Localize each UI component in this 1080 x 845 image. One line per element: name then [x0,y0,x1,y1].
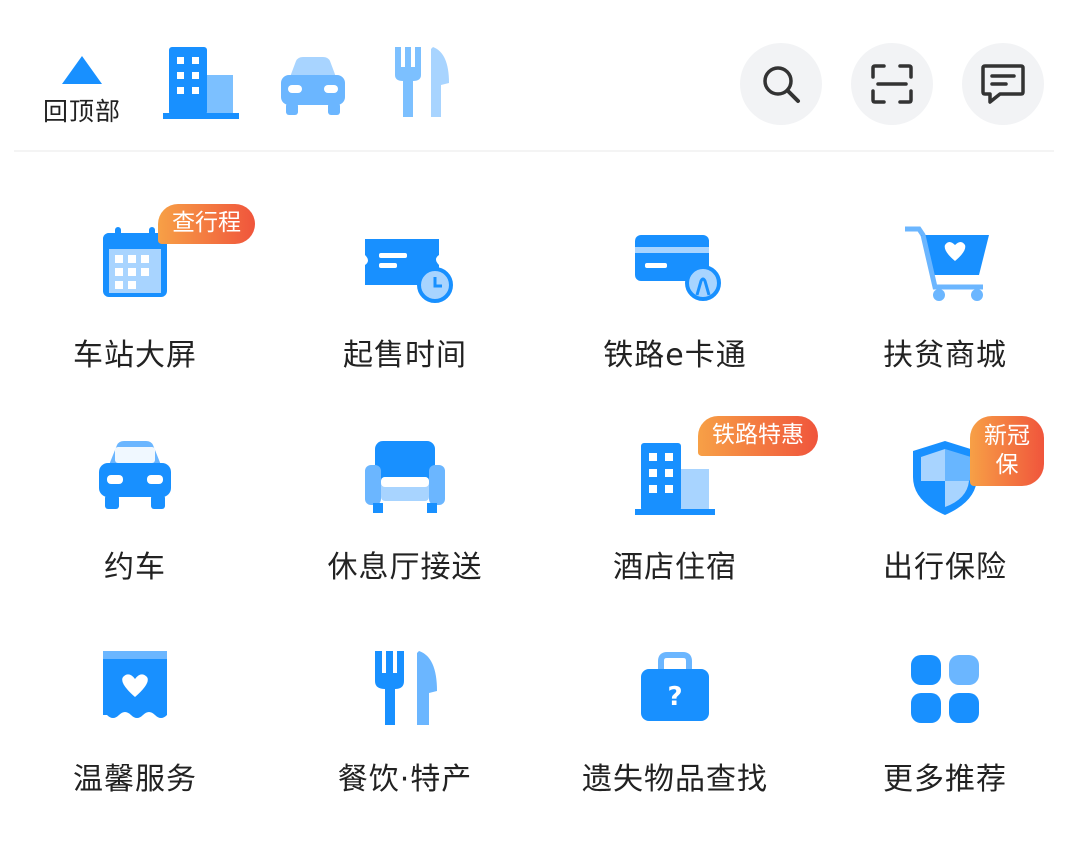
service-item-e-card[interactable]: 铁路e卡通 [540,190,810,390]
svg-text:?: ? [667,682,682,712]
message-icon [981,64,1025,104]
service-item-book-car[interactable]: 约车 [0,402,270,602]
service-label: 休息厅接送 [327,550,483,585]
more-grid-icon [905,649,985,729]
service-item-lounge-transfer[interactable]: 休息厅接送 [270,402,540,602]
service-item-lost-found[interactable]: ? 遗失物品查找 [540,614,810,814]
service-label: 遗失物品查找 [582,762,768,797]
card-icon [635,225,721,305]
service-label: 餐饮·特产 [337,762,473,797]
scan-button[interactable] [851,43,933,125]
search-button[interactable] [740,43,822,125]
badge-covid-insurance: 新冠 保 [970,416,1044,486]
service-label: 铁路e卡通 [603,338,747,373]
car-icon [95,437,175,517]
badge-railway-special: 铁路特惠 [698,416,818,456]
top-bar: 回顶部 [0,0,1080,150]
message-button[interactable] [962,43,1044,125]
lost-bag-icon: ? [635,649,715,729]
building-icon[interactable] [163,45,239,123]
service-item-warm-service[interactable]: 温馨服务 [0,614,270,814]
service-label: 温馨服务 [73,762,197,797]
back-to-top-label: 回顶部 [42,97,121,126]
fork-knife-icon [365,649,445,729]
service-item-more[interactable]: 更多推荐 [810,614,1080,814]
shopping-cart-icon [902,225,989,305]
header-divider [14,150,1054,152]
service-label: 起售时间 [343,338,467,373]
service-label: 车站大屏 [73,338,197,373]
car-icon[interactable] [278,55,348,121]
service-item-dining-specialty[interactable]: 餐饮·特产 [270,614,540,814]
service-item-sale-time[interactable]: 起售时间 [270,190,540,390]
service-label: 扶贫商城 [883,338,1007,373]
up-triangle-icon [62,56,102,84]
service-item-poverty-mall[interactable]: 扶贫商城 [810,190,1080,390]
service-label: 约车 [104,550,166,585]
service-label: 酒店住宿 [613,550,737,585]
ticket-clock-icon [365,225,453,305]
sofa-icon [365,437,445,517]
search-icon [763,66,800,103]
heart-box-icon [95,649,175,729]
badge-check-trip: 查行程 [158,204,255,244]
back-to-top-button[interactable]: 回顶部 [30,50,134,130]
service-label: 出行保险 [883,550,1007,585]
service-label: 更多推荐 [883,762,1007,797]
scan-icon [871,64,913,104]
fork-knife-icon[interactable] [393,45,451,123]
